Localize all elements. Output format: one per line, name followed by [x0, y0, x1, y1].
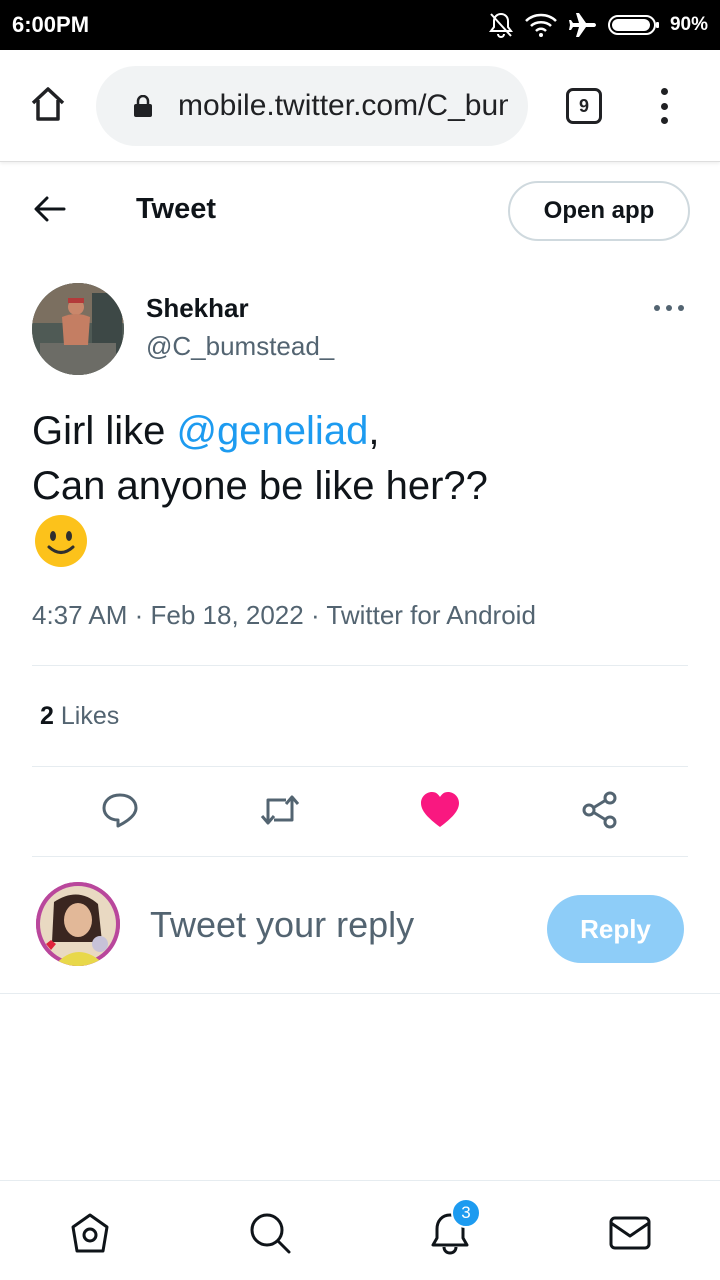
- page-title: Tweet: [136, 193, 217, 225]
- likes-label: Likes: [60, 702, 120, 730]
- home-icon: [68, 1211, 112, 1260]
- home-icon: [28, 84, 68, 129]
- open-app-button[interactable]: Open app: [508, 181, 690, 241]
- like-button[interactable]: [416, 788, 464, 836]
- lock-icon: [132, 94, 154, 117]
- status-bar: 6:00PM 90%: [0, 0, 720, 50]
- battery-icon: [607, 13, 660, 37]
- share-button[interactable]: [576, 788, 624, 836]
- likes-count[interactable]: 2 Likes: [40, 702, 119, 731]
- nav-messages[interactable]: [606, 1211, 654, 1259]
- mail-icon: [608, 1213, 652, 1258]
- status-time: 6:00PM: [12, 12, 90, 37]
- author-name[interactable]: Shekhar: [146, 293, 249, 324]
- likes-number: 2: [40, 702, 54, 730]
- divider: [32, 856, 688, 857]
- more-horiz-icon[interactable]: [654, 303, 684, 313]
- back-arrow-icon: [34, 196, 66, 227]
- tweet-text-line2: Can anyone be like her??: [32, 464, 488, 508]
- retweet-icon: [258, 790, 302, 835]
- search-icon: [248, 1211, 292, 1260]
- reply-button[interactable]: [96, 788, 144, 836]
- mention-link[interactable]: @geneliad: [176, 409, 368, 453]
- tweet-author: Shekhar @C_bumstead_: [32, 283, 688, 375]
- tweet-actions: [32, 780, 688, 844]
- airplane-icon: [568, 11, 598, 39]
- browser-home-button[interactable]: [26, 84, 70, 128]
- address-bar[interactable]: mobile.twitter.com/C_bumstead_: [96, 66, 528, 146]
- tweet-text-punct: ,: [368, 409, 380, 453]
- tab-switcher-button[interactable]: 9: [566, 88, 602, 124]
- heart-filled-icon: [420, 791, 460, 834]
- reply-submit-button[interactable]: Reply: [547, 895, 684, 963]
- wifi-icon: [524, 12, 558, 38]
- divider: [32, 665, 688, 666]
- browser-toolbar: mobile.twitter.com/C_bumstead_ 9: [0, 50, 720, 162]
- status-icons: 90%: [488, 11, 708, 39]
- tweet-header: Tweet Open app: [0, 163, 720, 259]
- smile-emoji-icon: [34, 514, 88, 568]
- retweet-button[interactable]: [256, 788, 304, 836]
- notification-badge: 3: [451, 1198, 481, 1228]
- bottom-nav: 3: [0, 1180, 720, 1280]
- divider: [32, 766, 688, 767]
- back-button[interactable]: [32, 193, 68, 229]
- nav-home[interactable]: [66, 1211, 114, 1259]
- author-avatar[interactable]: [32, 283, 124, 375]
- share-icon: [580, 790, 620, 835]
- nav-search[interactable]: [246, 1211, 294, 1259]
- tweet-text: Girl like @geneliad, Can anyone be like …: [32, 404, 688, 514]
- tweet-text-prefix: Girl like: [32, 409, 177, 453]
- bell-off-icon: [488, 11, 514, 39]
- reply-input[interactable]: Tweet your reply: [150, 904, 414, 946]
- reply-composer: Tweet your reply Reply: [0, 858, 720, 994]
- battery-percent: 90%: [669, 14, 708, 35]
- url-text: mobile.twitter.com/C_bumstead_: [178, 89, 508, 122]
- user-avatar[interactable]: [36, 882, 120, 966]
- more-vert-icon[interactable]: [650, 86, 678, 126]
- author-handle[interactable]: @C_bumstead_: [146, 331, 334, 362]
- tweet-meta: 4:37 AM · Feb 18, 2022 · Twitter for And…: [32, 600, 536, 630]
- reply-icon: [100, 790, 140, 835]
